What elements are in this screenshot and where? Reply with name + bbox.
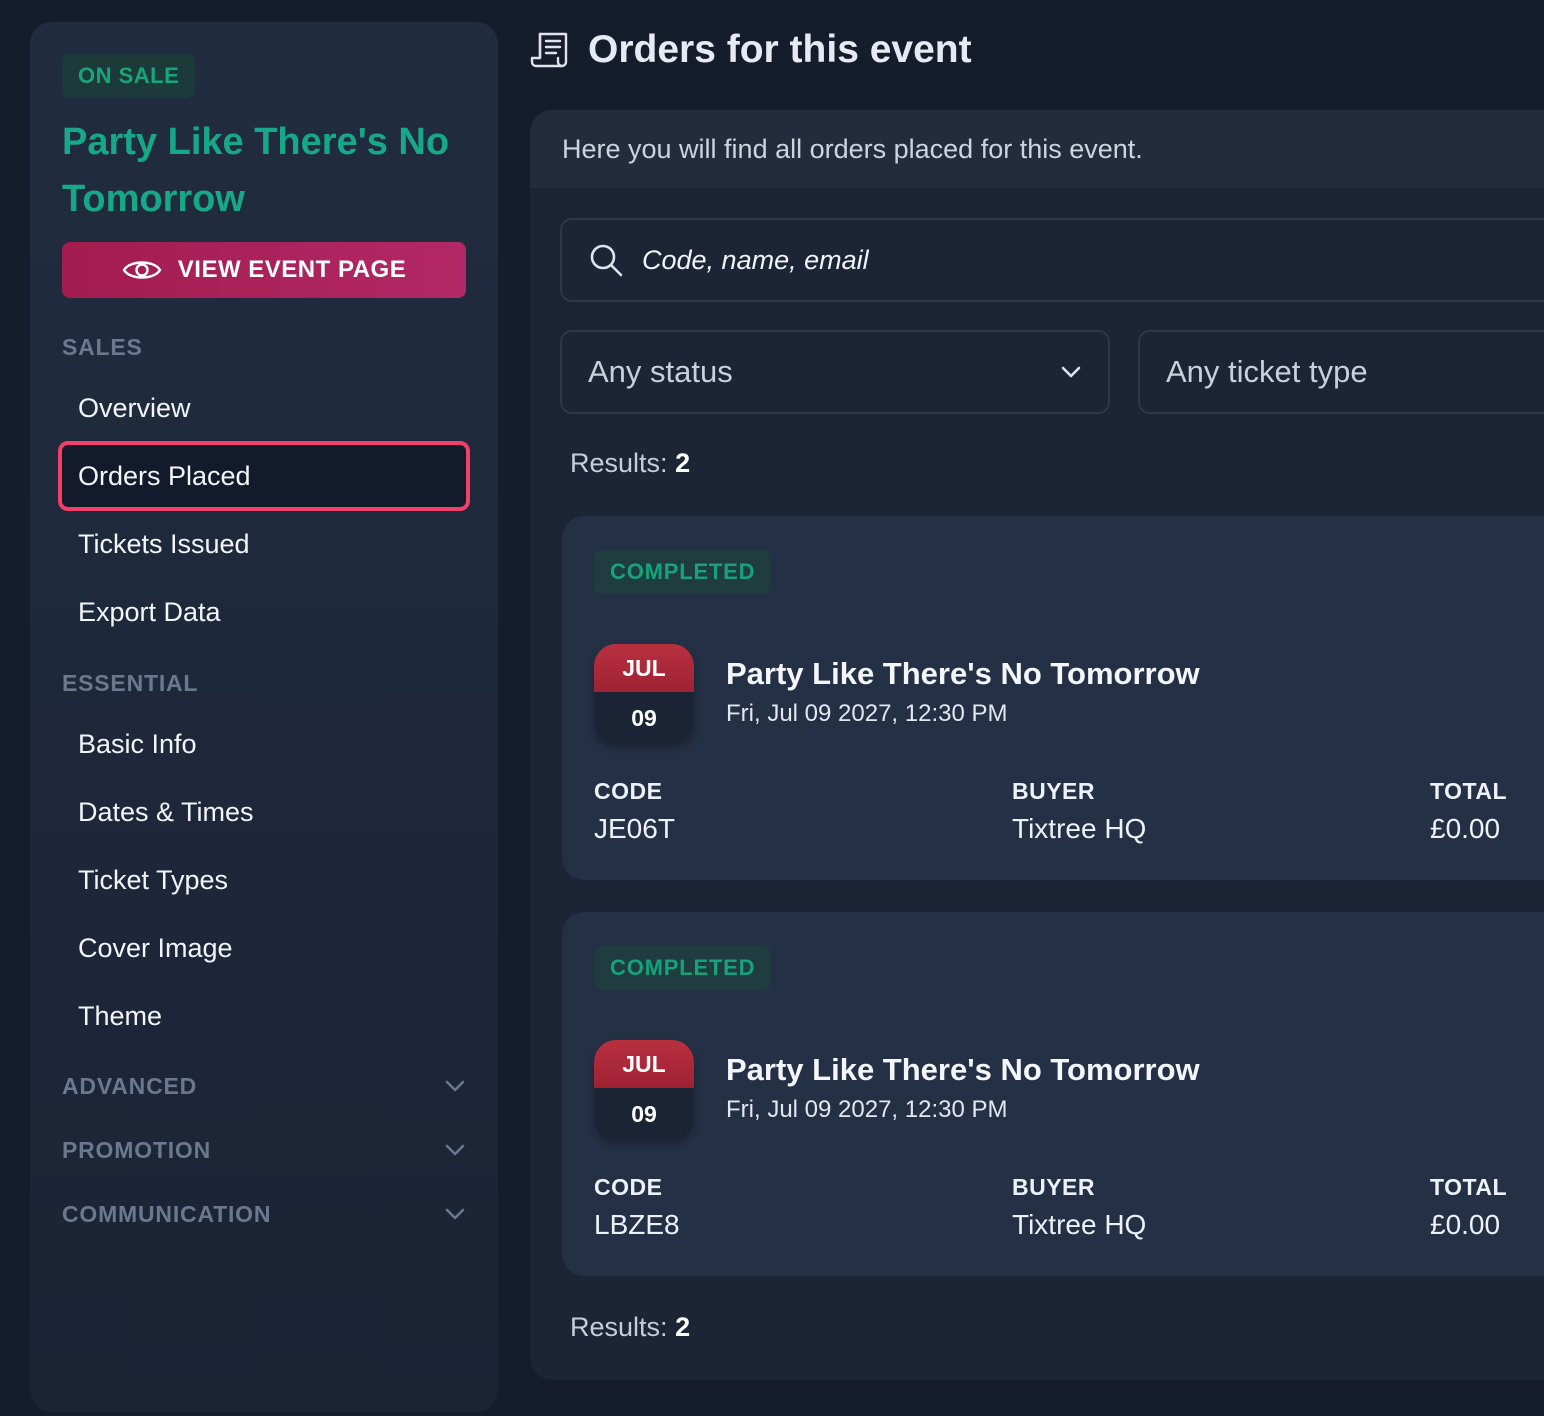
event-title: Party Like There's No Tomorrow — [62, 121, 450, 220]
orders-panel: Here you will find all orders placed for… — [530, 110, 1544, 1380]
sidebar: ON SALE Party Like There's No Tomorrow V… — [30, 22, 498, 1412]
order-card[interactable]: COMPLETED JUL 09 Party Like There's No T… — [562, 912, 1544, 1276]
search-icon — [588, 242, 624, 278]
nav-item-export-data[interactable]: Export Data — [62, 581, 466, 643]
results-label: Results: — [570, 448, 668, 478]
calendar-day: 09 — [631, 1100, 657, 1127]
ticket-type-filter-select[interactable]: Any ticket type — [1138, 330, 1544, 414]
page-heading: Orders for this event — [530, 28, 972, 72]
search-box[interactable] — [560, 218, 1544, 302]
order-event-date: Fri, Jul 09 2027, 12:30 PM — [726, 1096, 1008, 1123]
chevron-down-icon — [444, 1207, 466, 1221]
nav-item-overview[interactable]: Overview — [62, 377, 466, 439]
search-input[interactable] — [642, 244, 1442, 276]
nav-item-orders-placed[interactable]: Orders Placed — [58, 441, 470, 511]
chevron-down-icon — [1060, 365, 1082, 379]
results-number: 2 — [675, 448, 691, 478]
section-toggle-advanced[interactable]: ADVANCED — [62, 1066, 466, 1106]
order-code-field: CODE JE06T — [594, 778, 675, 845]
results-label: Results: — [570, 1312, 668, 1342]
section-label-sales: SALES — [62, 334, 143, 360]
order-buyer-label: BUYER — [1012, 778, 1096, 804]
order-status-badge: COMPLETED — [594, 550, 772, 594]
nav-item-ticket-types[interactable]: Ticket Types — [62, 849, 466, 911]
order-buyer-field: BUYER Tixtree HQ — [1012, 778, 1146, 845]
order-total-value: £0.00 — [1430, 1209, 1501, 1240]
section-label-advanced: ADVANCED — [62, 1072, 198, 1099]
view-event-page-button[interactable]: VIEW EVENT PAGE — [62, 242, 466, 298]
order-code-value: JE06T — [594, 813, 675, 844]
order-total-label: TOTAL — [1430, 1174, 1508, 1200]
chevron-down-icon — [444, 1143, 466, 1157]
order-total-field: TOTAL £0.00 — [1430, 778, 1507, 845]
status-filter-value: Any status — [588, 354, 733, 389]
nav-item-cover-image[interactable]: Cover Image — [62, 917, 466, 979]
page: ON SALE Party Like There's No Tomorrow V… — [0, 0, 1544, 1416]
order-buyer-label: BUYER — [1012, 1174, 1096, 1200]
receipt-icon — [530, 30, 570, 70]
order-buyer-value: Tixtree HQ — [1012, 1209, 1147, 1240]
order-code-label: CODE — [594, 778, 663, 804]
ticket-type-filter-value: Any ticket type — [1166, 354, 1368, 389]
chevron-down-icon — [444, 1079, 466, 1093]
order-buyer-value: Tixtree HQ — [1012, 813, 1147, 844]
order-event-date: Fri, Jul 09 2027, 12:30 PM — [726, 700, 1008, 727]
order-code-label: CODE — [594, 1174, 663, 1200]
order-total-label: TOTAL — [1430, 778, 1508, 804]
order-code-value: LBZE8 — [594, 1209, 680, 1240]
view-event-page-label: VIEW EVENT PAGE — [177, 256, 407, 283]
calendar-date-icon: JUL 09 — [594, 644, 694, 744]
section-toggle-promotion[interactable]: PROMOTION — [62, 1130, 466, 1170]
results-count-bottom: Results: 2 — [570, 1312, 690, 1343]
section-label-communication: COMMUNICATION — [62, 1200, 272, 1227]
order-code-field: CODE LBZE8 — [594, 1174, 680, 1241]
calendar-day: 09 — [631, 704, 657, 731]
calendar-date-icon: JUL 09 — [594, 1040, 694, 1140]
order-card[interactable]: COMPLETED JUL 09 Party Like There's No T… — [562, 516, 1544, 880]
panel-intro: Here you will find all orders placed for… — [530, 110, 1544, 188]
results-number: 2 — [675, 1312, 691, 1342]
page-title: Orders for this event — [588, 28, 972, 71]
nav-item-basic-info[interactable]: Basic Info — [62, 713, 466, 775]
order-total-field: TOTAL £0.00 — [1430, 1174, 1507, 1241]
section-label-essential: ESSENTIAL — [62, 670, 199, 696]
nav-item-dates-times[interactable]: Dates & Times — [62, 781, 466, 843]
calendar-month: JUL — [594, 644, 694, 692]
eye-icon — [122, 257, 162, 283]
order-event-name: Party Like There's No Tomorrow — [726, 656, 1200, 691]
status-filter-select[interactable]: Any status — [560, 330, 1110, 414]
event-status-badge: ON SALE — [62, 54, 196, 98]
nav-item-tickets-issued[interactable]: Tickets Issued — [62, 513, 466, 575]
order-buyer-field: BUYER Tixtree HQ — [1012, 1174, 1146, 1241]
calendar-month: JUL — [594, 1040, 694, 1088]
section-toggle-communication[interactable]: COMMUNICATION — [62, 1194, 466, 1234]
nav-item-theme[interactable]: Theme — [62, 985, 466, 1047]
order-total-value: £0.00 — [1430, 813, 1501, 844]
results-count-top: Results: 2 — [570, 448, 690, 479]
order-event-name: Party Like There's No Tomorrow — [726, 1052, 1200, 1087]
order-status-badge: COMPLETED — [594, 946, 772, 990]
section-label-promotion: PROMOTION — [62, 1136, 212, 1163]
